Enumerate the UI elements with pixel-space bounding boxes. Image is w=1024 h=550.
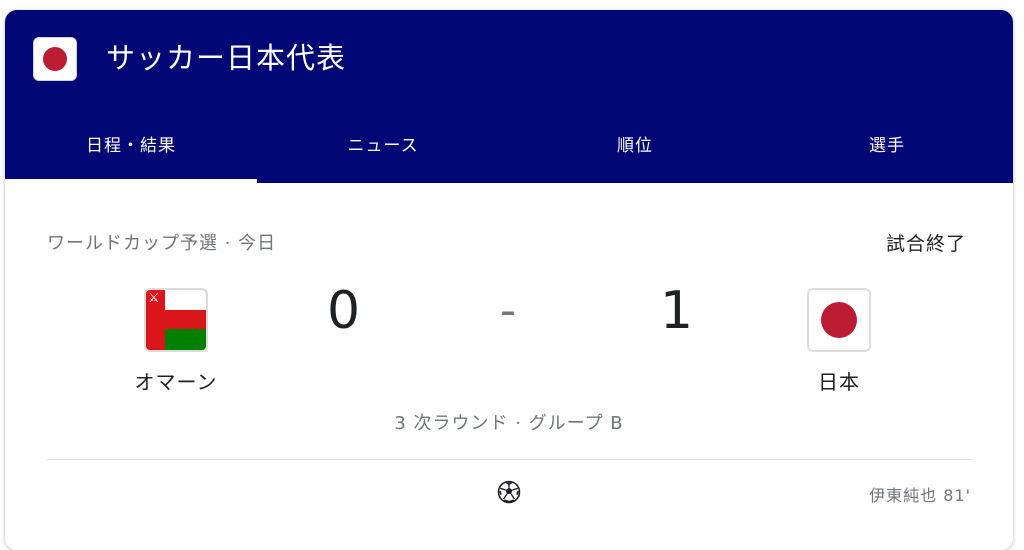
goal-scorer: 伊東純也 81' xyxy=(869,486,971,505)
japan-flag-icon xyxy=(807,288,871,352)
match-panel[interactable]: ワールドカップ予選 · 今日 試合終了 ⚔ オマーン 0 - 1 日本 3 次ラ… xyxy=(5,183,1013,550)
team-header: サッカー日本代表 日程・結果 ニュース 順位 選手 xyxy=(5,10,1013,183)
japan-flag-icon xyxy=(33,37,77,81)
tab-players[interactable]: 選手 xyxy=(761,120,1013,183)
soccer-ball-icon xyxy=(497,480,521,504)
tab-standings[interactable]: 順位 xyxy=(509,120,761,183)
home-team[interactable]: ⚔ オマーン xyxy=(106,288,246,395)
competition-label: ワールドカップ予選 · 今日 xyxy=(47,233,277,254)
score-separator: - xyxy=(500,285,516,336)
round-label: 3 次ラウンド · グループ B xyxy=(394,413,624,434)
home-team-name: オマーン xyxy=(134,370,218,394)
oman-flag-icon: ⚔ xyxy=(144,288,208,352)
home-score: 0 xyxy=(327,281,361,341)
match-status: 試合終了 xyxy=(885,233,966,255)
sports-card: サッカー日本代表 日程・結果 ニュース 順位 選手 ワールドカップ予選 · 今日… xyxy=(5,10,1013,550)
tab-bar: 日程・結果 ニュース 順位 選手 xyxy=(5,120,1013,183)
divider xyxy=(47,459,971,460)
away-team-name: 日本 xyxy=(818,370,860,394)
team-title[interactable]: サッカー日本代表 xyxy=(106,38,346,78)
away-score: 1 xyxy=(660,281,694,341)
tab-news[interactable]: ニュース xyxy=(257,120,509,183)
away-team[interactable]: 日本 xyxy=(769,288,909,395)
tab-schedule-results[interactable]: 日程・結果 xyxy=(5,120,257,183)
